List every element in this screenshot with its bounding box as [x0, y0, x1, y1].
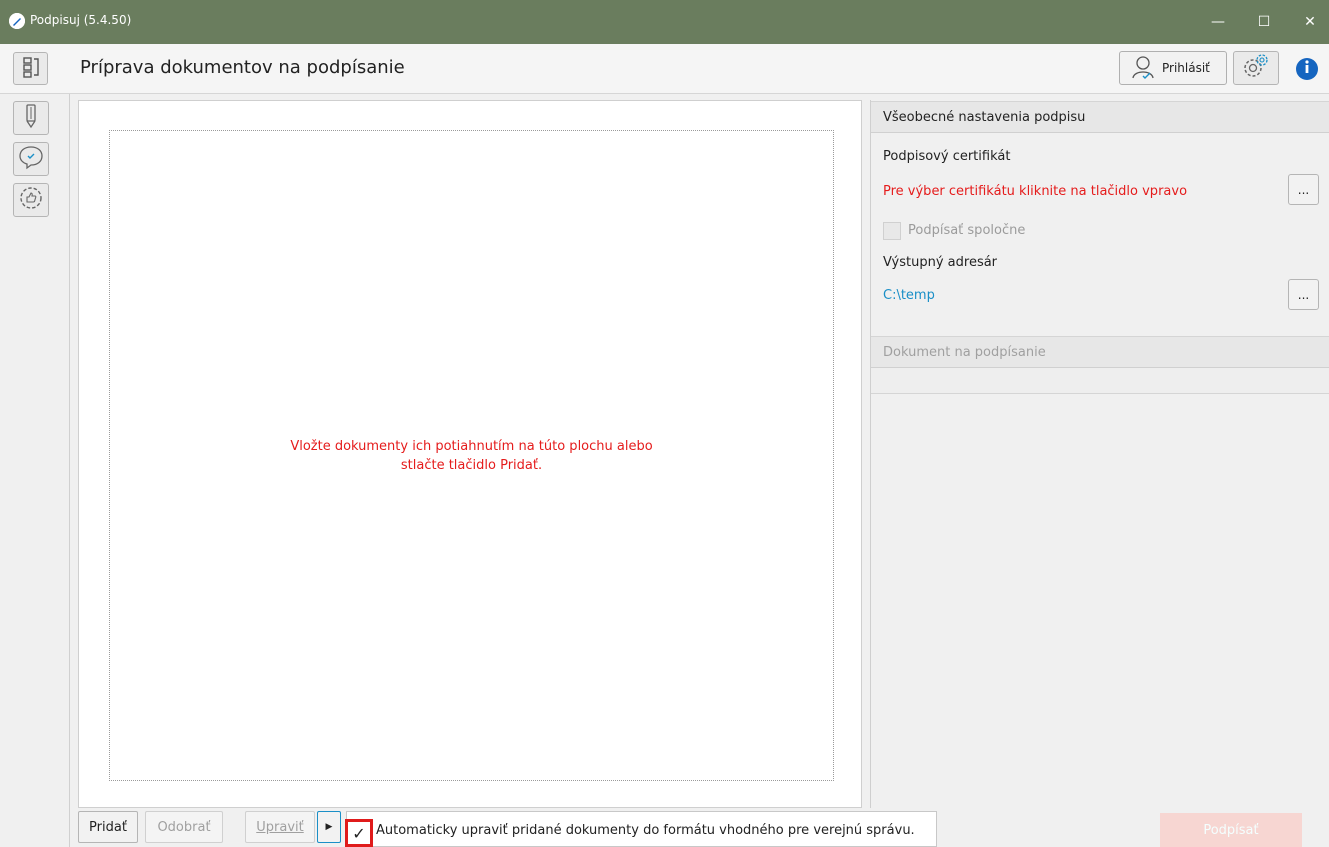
document-section-body [871, 368, 1329, 394]
chat-check-icon [18, 144, 44, 174]
signature-settings-panel: Všeobecné nastavenia podpisu Podpisový c… [870, 100, 1329, 808]
sign-button[interactable]: Podpísať [1160, 813, 1302, 847]
gear-thumb-icon [18, 185, 44, 215]
drop-message-line1: Vložte dokumenty ich potiahnutím na túto… [290, 439, 653, 454]
left-sidebar [0, 94, 70, 847]
minimize-button[interactable]: — [1195, 0, 1241, 44]
advanced-settings-button[interactable] [13, 183, 49, 217]
info-button[interactable] [1296, 58, 1318, 80]
edit-button[interactable]: Upraviť [245, 811, 315, 843]
output-dir-value[interactable]: C:\temp [883, 288, 935, 303]
info-icon [1302, 60, 1312, 78]
document-list-panel: Vložte dokumenty ich potiahnutím na túto… [78, 100, 862, 808]
bottom-toolbar: Pridať Odobrať Upraviť ▶ ✓ Automaticky u… [70, 808, 1329, 847]
pen-icon [24, 103, 38, 133]
joint-sign-label: Podpísať spoločne [908, 223, 1026, 238]
cert-label: Podpisový certifikát [883, 149, 1011, 164]
close-button[interactable]: ✕ [1287, 0, 1329, 44]
add-button[interactable]: Pridať [78, 811, 138, 843]
app-icon [9, 13, 25, 29]
select-cert-button[interactable]: ... [1288, 174, 1319, 205]
sign-mode-button[interactable] [13, 101, 49, 135]
joint-sign-checkbox[interactable] [883, 222, 901, 240]
drop-area[interactable]: Vložte dokumenty ich potiahnutím na túto… [109, 130, 834, 781]
panel-toggle-icon [21, 56, 41, 82]
general-settings-header[interactable]: Všeobecné nastavenia podpisu [871, 101, 1329, 133]
document-section-header[interactable]: Dokument na podpísanie [871, 336, 1329, 368]
maximize-button[interactable]: ☐ [1241, 0, 1287, 44]
user-icon [1130, 54, 1156, 83]
expand-options-button[interactable]: ▶ [317, 811, 341, 843]
remove-button[interactable]: Odobrať [145, 811, 223, 843]
title-bar: Podpisuj (5.4.50) — ☐ ✕ [0, 0, 1329, 44]
login-button[interactable]: Prihlásiť [1119, 51, 1227, 85]
page-title: Príprava dokumentov na podpísanie [80, 57, 405, 78]
verify-button[interactable] [13, 142, 49, 176]
auto-convert-label: Automaticky upraviť pridané dokumenty do… [376, 823, 915, 838]
toggle-panel-button[interactable] [13, 52, 48, 85]
drop-message-line2: stlačte tlačidlo Pridať. [400, 458, 543, 473]
auto-convert-checkbox[interactable]: ✓ [345, 819, 373, 847]
gear-icon [1241, 52, 1271, 84]
select-output-dir-button[interactable]: ... [1288, 279, 1319, 310]
output-dir-label: Výstupný adresár [883, 255, 998, 270]
header-bar: Príprava dokumentov na podpísanie Prihlá… [0, 44, 1329, 94]
settings-button[interactable] [1233, 51, 1279, 85]
cert-hint: Pre výber certifikátu kliknite na tlačid… [883, 184, 1188, 199]
window-title: Podpisuj (5.4.50) [30, 13, 132, 27]
login-label: Prihlásiť [1162, 61, 1210, 75]
